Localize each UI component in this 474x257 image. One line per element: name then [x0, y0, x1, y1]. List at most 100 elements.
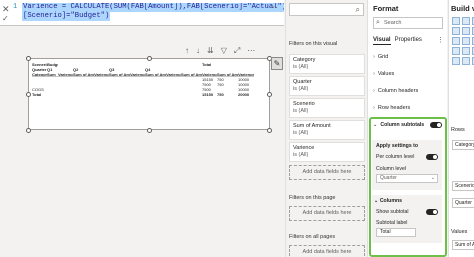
section-column-subtotals[interactable]: ⌄ Column subtotals [373, 122, 424, 128]
search-icon: ⌕ [355, 5, 360, 14]
chevron-right-icon: › [373, 105, 375, 111]
total-cell: 20000 [238, 92, 250, 97]
header-cell: Varience [58, 72, 73, 76]
chevron-down-icon: ⌄ [373, 122, 378, 128]
table-icon[interactable] [462, 57, 470, 65]
filters-pane: ⌕ Filters on this visual Category is (Al… [285, 0, 366, 257]
build-pane: Build vis Rows Category Scenerio Quarter… [448, 0, 474, 257]
combo-chart-icon[interactable] [462, 27, 470, 35]
bar-chart-icon[interactable] [452, 17, 460, 25]
total-cell [109, 92, 130, 97]
filter-card-category[interactable]: Category is (All) [289, 54, 365, 74]
total-cell [94, 92, 109, 97]
total-cell [181, 92, 202, 97]
total-cell: 15150 [202, 92, 214, 97]
area-chart-icon[interactable] [452, 27, 460, 35]
visual-type-gallery [452, 17, 474, 65]
matrix-table: ScenerioBudgetTotal QuarterQ1Q2Q3Q4 Cate… [32, 62, 254, 97]
section-grid[interactable]: › Grid [373, 54, 388, 60]
total-cell [47, 92, 58, 97]
columns-field-scenerio[interactable]: Scenerio [452, 181, 474, 191]
matrix-visual[interactable]: ScenerioBudgetTotal QuarterQ1Q2Q3Q4 Cate… [28, 58, 270, 130]
report-canvas[interactable]: ↑ ↓ ⇊ ▽ ⤢ ⋯ ScenerioBudgetTotal QuarterQ… [0, 27, 284, 257]
header-cell: Varience [202, 72, 217, 76]
expand-all-icon[interactable]: ⇊ [207, 46, 214, 56]
format-tabs: Visual Properties [373, 37, 422, 45]
drill-down-icon[interactable]: ↓ [196, 46, 200, 56]
formula-expand-icon[interactable]: ⌄ [270, 2, 276, 10]
dax-line-1[interactable]: Varience = CALCULATE(SUM(FAB[Amount]),FA… [22, 3, 284, 12]
header-cell: Sum of Amount [217, 72, 238, 76]
resize-handle[interactable] [267, 128, 272, 133]
dax-line-2[interactable]: [Scenerio]="Budget") [22, 12, 111, 21]
total-cell [58, 92, 73, 97]
filter-card-varience[interactable]: Varience is (All) [289, 142, 365, 162]
format-search-input[interactable]: ⌕ Search [373, 17, 443, 29]
section-values[interactable]: › Values [373, 71, 394, 77]
visual-header-icons: ↑ ↓ ⇊ ▽ ⤢ ⋯ [185, 46, 255, 56]
resize-handle[interactable] [26, 128, 31, 133]
total-cell [145, 92, 166, 97]
column-subtotals-toggle[interactable] [430, 122, 442, 128]
header-cell: Varience [238, 72, 254, 76]
resize-handle[interactable] [147, 128, 152, 133]
add-data-fields-visual[interactable]: Add data fields here [289, 165, 365, 180]
resize-handle[interactable] [26, 56, 31, 61]
header-cell: Varience [130, 72, 145, 76]
scatter-chart-icon[interactable] [452, 37, 460, 45]
dax-formula-bar[interactable]: ✕ ✓ 1 Varience = CALCULATE(SUM(FAB[Amoun… [0, 0, 284, 26]
section-row-headers[interactable]: › Row headers [373, 105, 410, 111]
columns-section[interactable]: ⌄ Columns [374, 198, 402, 204]
filters-page-heading: Filters on this page [289, 195, 336, 201]
columns-card: ⌄ Columns Show subtotal Subtotal label T… [372, 195, 442, 243]
funnel-icon[interactable] [462, 47, 470, 55]
filters-visual-heading: Filters on this visual [289, 41, 338, 47]
pie-chart-icon[interactable] [462, 37, 470, 45]
drill-up-icon[interactable]: ↑ [185, 46, 189, 56]
filter-card-sum-of-amount[interactable]: Sum of Amount is (All) [289, 120, 365, 140]
values-label: Values [451, 229, 468, 235]
column-chart-icon[interactable] [462, 17, 470, 25]
rows-label: Rows [451, 127, 465, 133]
focus-mode-icon[interactable]: ⤢ [234, 46, 240, 56]
chevron-down-icon: ⌄ [374, 198, 379, 204]
subtotal-label-input[interactable]: Total [376, 228, 416, 237]
values-field-sum[interactable]: Sum of Amount [452, 240, 474, 250]
powerbi-desktop: ✕ ✓ 1 Varience = CALCULATE(SUM(FAB[Amoun… [0, 0, 474, 257]
tab-properties[interactable]: Properties [395, 37, 422, 45]
total-cell: 750 [217, 92, 224, 97]
add-data-fields-all[interactable]: Add data fields here [289, 245, 365, 257]
chevron-right-icon: › [373, 71, 375, 77]
chevron-right-icon: › [373, 88, 375, 94]
card-icon[interactable] [452, 57, 460, 65]
format-brush-icon[interactable]: ✎ [271, 57, 283, 70]
tab-visual[interactable]: Visual [373, 37, 391, 45]
column-level-dropdown[interactable]: Quarter ⌄ [376, 174, 438, 183]
chevron-down-icon: ⌄ [430, 175, 435, 181]
filter-card-scenerio[interactable]: Scenerio is (All) [289, 98, 365, 118]
show-subtotal-toggle[interactable] [426, 209, 438, 215]
resize-handle[interactable] [26, 92, 31, 97]
commit-formula-icon[interactable]: ✓ [2, 14, 9, 23]
more-options-icon[interactable]: ⋮ [437, 36, 444, 44]
format-pane-title: Format [373, 4, 399, 13]
header-cell: Sum of Amount [181, 72, 202, 76]
per-level-toggle[interactable] [426, 154, 438, 160]
add-data-fields-page[interactable]: Add data fields here [289, 206, 365, 221]
filter-card-quarter[interactable]: Quarter is (All) [289, 76, 365, 96]
columns-field-quarter[interactable]: Quarter [452, 198, 474, 208]
search-icon: ⌕ [376, 19, 380, 26]
section-column-headers[interactable]: › Column headers [373, 88, 418, 94]
chevron-right-icon: › [373, 54, 375, 60]
apply-settings-card: Apply settings to Per column level Colum… [372, 140, 442, 190]
map-icon[interactable] [452, 47, 460, 55]
header-cell: Varience [94, 72, 109, 76]
filter-icon[interactable]: ▽ [221, 46, 227, 56]
header-cell: Sum [47, 72, 56, 76]
resize-handle[interactable] [147, 56, 152, 61]
filters-search-input[interactable]: ⌕ [289, 3, 364, 16]
resize-handle[interactable] [267, 92, 272, 97]
line-number: 1 [13, 3, 18, 11]
more-options-icon[interactable]: ⋯ [247, 46, 255, 56]
rows-field-category[interactable]: Category [452, 140, 474, 150]
